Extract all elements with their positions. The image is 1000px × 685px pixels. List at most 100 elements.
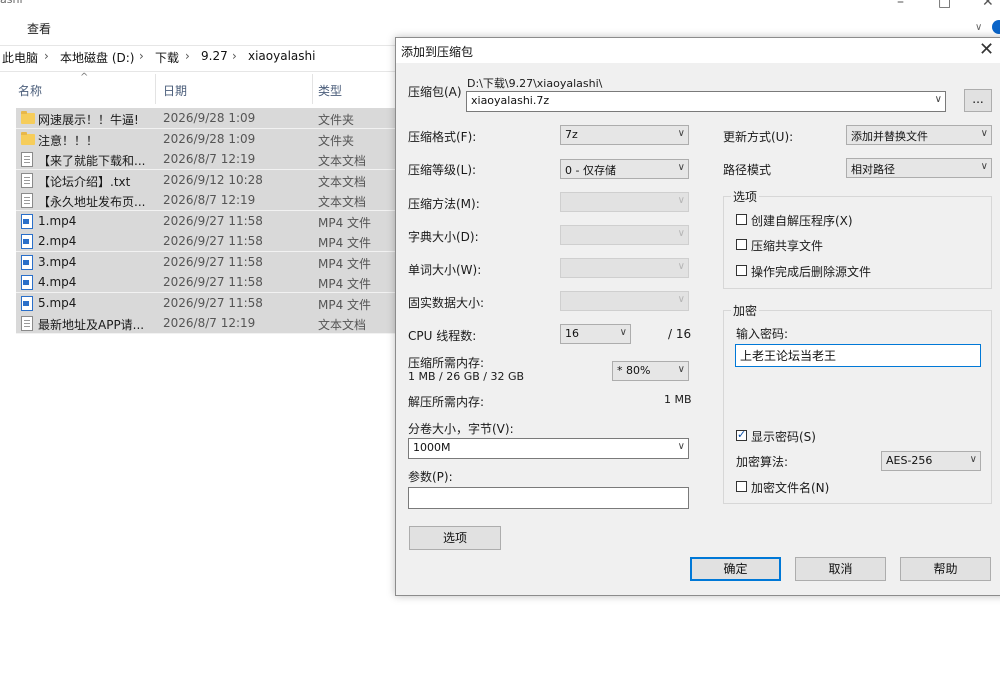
archive-name-combo[interactable]: xiaoyalashi.7z ∨ bbox=[466, 91, 946, 112]
delete-source-label[interactable]: 操作完成后删除源文件 bbox=[751, 263, 871, 280]
level-select[interactable]: 0 - 仅存储 ∨ bbox=[560, 159, 689, 179]
file-name: 2.mp4 bbox=[38, 234, 77, 248]
file-name: 网速展示！！牛逼! bbox=[38, 113, 139, 127]
breadcrumb-this-pc[interactable]: 此电脑 bbox=[2, 49, 38, 66]
word-select[interactable]: ∨ bbox=[560, 258, 689, 278]
breadcrumb-folder-current[interactable]: xiaoyalashi bbox=[248, 49, 315, 63]
chevron-down-icon: ∨ bbox=[677, 162, 685, 173]
cancel-button[interactable]: 取消 bbox=[795, 557, 886, 581]
browse-button[interactable]: ... bbox=[964, 89, 992, 112]
archive-path: D:\下载\9.27\xiaoyalashi\ bbox=[467, 77, 603, 90]
file-date: 2026/9/27 11:58 bbox=[163, 214, 263, 228]
cpu-total: / 16 bbox=[668, 327, 692, 341]
mem-comp-label: 压缩所需内存: bbox=[408, 356, 485, 370]
volume-value: 1000M bbox=[413, 441, 451, 454]
text-file-icon bbox=[21, 316, 33, 331]
encrypt-names-label[interactable]: 加密文件名(N) bbox=[751, 479, 829, 496]
dialog-titlebar[interactable] bbox=[396, 38, 1000, 63]
file-type: 文件夹 bbox=[318, 134, 355, 148]
show-password-label[interactable]: 显示密码(S) bbox=[751, 428, 816, 445]
shared-checkbox[interactable] bbox=[736, 239, 747, 250]
help-button[interactable]: 帮助 bbox=[900, 557, 991, 581]
encryption-group-title: 加密 bbox=[731, 302, 760, 319]
shared-label[interactable]: 压缩共享文件 bbox=[751, 237, 823, 254]
ribbon-expand-icon[interactable]: ∨ bbox=[975, 22, 982, 33]
chevron-down-icon: ∨ bbox=[934, 94, 942, 105]
column-divider[interactable] bbox=[312, 74, 313, 104]
cpu-select[interactable]: 16 ∨ bbox=[560, 324, 631, 344]
breadcrumb-downloads[interactable]: 下载 bbox=[155, 49, 179, 66]
maximize-icon[interactable]: □ bbox=[938, 0, 951, 10]
archive-label: 压缩包(A) bbox=[408, 85, 462, 99]
volume-label: 分卷大小，字节(V): bbox=[408, 422, 514, 436]
chevron-down-icon: ∨ bbox=[677, 441, 685, 452]
chevron-down-icon: ∨ bbox=[619, 327, 627, 338]
mem-percent-value: * 80% bbox=[617, 364, 651, 377]
file-type: 文本文档 bbox=[318, 154, 367, 168]
video-file-icon bbox=[21, 214, 33, 229]
password-input[interactable]: 上老王论坛当老王 bbox=[735, 344, 981, 367]
chevron-down-icon: ∨ bbox=[677, 294, 685, 305]
volume-combo[interactable]: 1000M ∨ bbox=[408, 438, 689, 459]
menu-view[interactable]: 查看 bbox=[27, 20, 51, 37]
format-select[interactable]: 7z ∨ bbox=[560, 125, 689, 145]
mem-percent-select[interactable]: * 80% ∨ bbox=[612, 361, 689, 381]
dict-select[interactable]: ∨ bbox=[560, 225, 689, 245]
options-button[interactable]: 选项 bbox=[409, 526, 501, 550]
file-date: 2026/9/28 1:09 bbox=[163, 111, 256, 125]
solid-label: 固实数据大小: bbox=[408, 296, 485, 310]
breadcrumb-separator-icon: › bbox=[44, 49, 49, 63]
column-header-date[interactable]: 日期 bbox=[163, 82, 187, 99]
show-password-checkbox[interactable] bbox=[736, 428, 747, 441]
file-type: 文件夹 bbox=[318, 113, 355, 127]
sfx-checkbox[interactable] bbox=[736, 214, 747, 225]
method-select[interactable]: ∨ bbox=[560, 192, 689, 212]
chevron-down-icon: ∨ bbox=[969, 454, 977, 465]
encrypt-names-checkbox[interactable] bbox=[736, 481, 747, 492]
text-file-icon bbox=[21, 173, 33, 188]
params-label: 参数(P): bbox=[408, 470, 453, 484]
text-file-icon bbox=[21, 152, 33, 167]
params-input[interactable] bbox=[408, 487, 689, 509]
column-divider[interactable] bbox=[155, 74, 156, 104]
minimize-icon[interactable]: – bbox=[897, 0, 904, 10]
file-name: 最新地址及APP请... bbox=[38, 318, 145, 332]
file-name: 注意！！！ bbox=[38, 134, 99, 148]
file-type: MP4 文件 bbox=[318, 298, 372, 312]
column-header-name[interactable]: 名称 bbox=[18, 82, 42, 99]
chevron-down-icon: ∨ bbox=[677, 261, 685, 272]
mem-comp-info: 1 MB / 26 GB / 32 GB bbox=[408, 370, 525, 383]
enc-method-select[interactable]: AES-256 ∨ bbox=[881, 451, 981, 471]
video-file-icon bbox=[21, 255, 33, 270]
video-file-icon bbox=[21, 234, 33, 249]
file-date: 2026/9/27 11:58 bbox=[163, 234, 263, 248]
path-mode-select[interactable]: 相对路径 ∨ bbox=[846, 158, 992, 178]
file-date: 2026/9/27 11:58 bbox=[163, 296, 263, 310]
level-value: 0 - 仅存储 bbox=[565, 164, 616, 177]
solid-select[interactable]: ∨ bbox=[560, 291, 689, 311]
close-icon[interactable]: ✕ bbox=[982, 0, 994, 10]
chevron-down-icon: ∨ bbox=[980, 128, 988, 139]
ok-button[interactable]: 确定 bbox=[690, 557, 781, 581]
update-label: 更新方式(U): bbox=[723, 130, 794, 144]
update-select[interactable]: 添加并替换文件 ∨ bbox=[846, 125, 992, 145]
folder-icon bbox=[21, 132, 35, 145]
file-date: 2026/8/7 12:19 bbox=[163, 152, 256, 166]
text-file-icon bbox=[21, 193, 33, 208]
breadcrumb-folder-927[interactable]: 9.27 bbox=[201, 49, 228, 63]
column-header-type[interactable]: 类型 bbox=[318, 82, 342, 99]
file-name: 4.mp4 bbox=[38, 275, 77, 289]
video-file-icon bbox=[21, 275, 33, 290]
delete-source-checkbox[interactable] bbox=[736, 265, 747, 276]
file-name: 5.mp4 bbox=[38, 296, 77, 310]
chevron-down-icon: ∨ bbox=[677, 364, 685, 375]
sfx-label[interactable]: 创建自解压程序(X) bbox=[751, 212, 853, 229]
file-type: MP4 文件 bbox=[318, 236, 372, 250]
help-icon[interactable] bbox=[992, 20, 1000, 34]
level-label: 压缩等级(L): bbox=[408, 163, 477, 177]
breadcrumb-separator-icon: › bbox=[139, 49, 144, 63]
file-type: MP4 文件 bbox=[318, 277, 372, 291]
dialog-close-icon[interactable]: ✕ bbox=[979, 39, 994, 60]
breadcrumb-drive[interactable]: 本地磁盘 (D:) bbox=[60, 49, 134, 66]
file-date: 2026/9/28 1:09 bbox=[163, 132, 256, 146]
